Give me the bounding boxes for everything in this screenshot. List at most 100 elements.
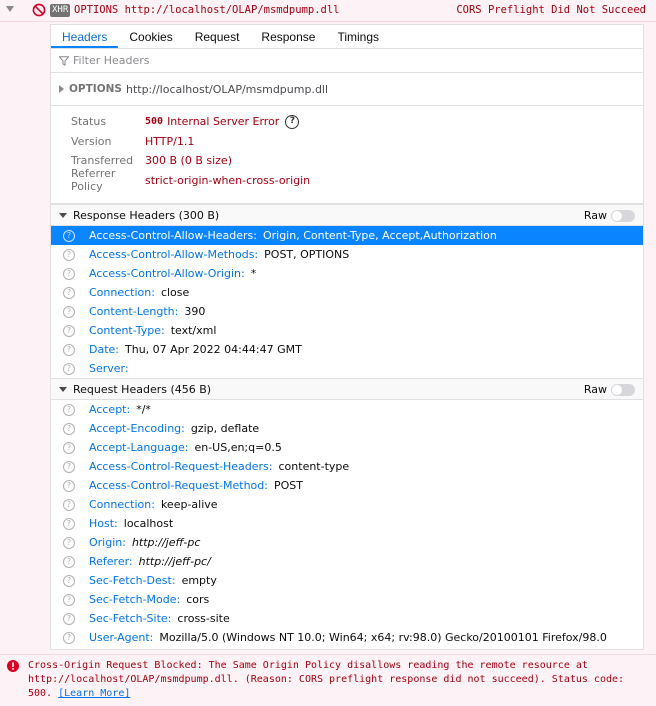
question-icon[interactable]: ? xyxy=(63,343,75,356)
header-row[interactable]: ? Origin: http://jeff-pc xyxy=(51,533,643,552)
tab-response[interactable]: Response xyxy=(250,25,326,48)
question-icon[interactable]: ? xyxy=(63,593,75,606)
expand-arrow-icon[interactable] xyxy=(59,386,67,392)
header-value: */* xyxy=(136,403,151,416)
toggle-knob xyxy=(612,210,622,221)
request-summary: Status 500 Internal Server Error ? Versi… xyxy=(51,106,643,204)
expand-arrow-icon[interactable] xyxy=(59,212,67,218)
help-icon[interactable]: ? xyxy=(285,114,300,129)
header-name: User-Agent: xyxy=(89,631,154,644)
header-row[interactable]: ? Host: localhost xyxy=(51,514,643,533)
header-name: Connection: xyxy=(89,286,155,299)
request-line[interactable]: OPTIONS http://localhost/OLAP/msmdpump.d… xyxy=(51,73,643,106)
header-row[interactable]: ? Referer: http://jeff-pc/ xyxy=(51,552,643,571)
header-value: 390 xyxy=(184,305,206,318)
tab-request[interactable]: Request xyxy=(184,25,251,48)
header-row[interactable]: ? Access-Control-Request-Headers: conten… xyxy=(51,457,643,476)
question-icon[interactable]: ? xyxy=(63,479,75,492)
header-value: en-US,en;q=0.5 xyxy=(194,441,282,454)
tab-headers[interactable]: Headers xyxy=(51,25,119,48)
question-icon[interactable]: ? xyxy=(63,229,75,242)
header-row[interactable]: ? Connection: close xyxy=(51,283,643,302)
header-row[interactable]: ? Access-Control-Allow-Methods: POST, OP… xyxy=(51,245,643,264)
question-icon[interactable]: ? xyxy=(63,574,75,587)
header-row[interactable]: ? Date: Thu, 07 Apr 2022 04:44:47 GMT xyxy=(51,340,643,359)
header-value: localhost xyxy=(123,517,174,530)
request-method-url[interactable]: OPTIONS http://localhost/OLAP/msmdpump.d… xyxy=(74,4,340,16)
question-icon[interactable]: ? xyxy=(63,498,75,511)
transferred-value: 300 B (0 B size) xyxy=(145,154,232,168)
question-icon[interactable]: ? xyxy=(63,267,75,280)
toggle-switch[interactable] xyxy=(611,209,635,222)
xhr-badge: XHR xyxy=(50,4,71,17)
question-icon[interactable]: ? xyxy=(63,305,75,318)
header-row[interactable]: ? Content-Length: 390 xyxy=(51,302,643,321)
header-name: Date: xyxy=(89,343,119,356)
header-name: Sec-Fetch-Site: xyxy=(89,612,172,625)
raw-toggle-response[interactable]: Raw xyxy=(584,209,635,222)
question-icon[interactable]: ? xyxy=(63,422,75,435)
header-value: content-type xyxy=(278,460,350,473)
header-name: Sec-Fetch-Dest: xyxy=(89,574,176,587)
question-icon[interactable]: ? xyxy=(63,631,75,644)
request-headers-list: ? Accept: */* ? Accept-Encoding: gzip, d… xyxy=(51,400,643,647)
header-row[interactable]: ? Sec-Fetch-Mode: cors xyxy=(51,590,643,609)
header-row[interactable]: ? Connection: keep-alive xyxy=(51,495,643,514)
header-row[interactable]: ? Sec-Fetch-Dest: empty xyxy=(51,571,643,590)
question-icon[interactable]: ? xyxy=(63,324,75,337)
question-icon[interactable]: ? xyxy=(63,403,75,416)
header-row[interactable]: ? Accept: */* xyxy=(51,400,643,419)
collapse-arrow-icon[interactable] xyxy=(59,85,64,93)
filter-placeholder: Filter Headers xyxy=(73,54,150,67)
question-icon[interactable]: ? xyxy=(63,460,75,473)
summary-status-row: Status 500 Internal Server Error ? xyxy=(51,112,643,132)
header-row[interactable]: ? Sec-Fetch-Site: cross-site xyxy=(51,609,643,628)
header-row[interactable]: ? User-Agent: Mozilla/5.0 (Windows NT 10… xyxy=(51,628,643,647)
tab-cookies[interactable]: Cookies xyxy=(118,25,183,48)
request-line-url: http://localhost/OLAP/msmdpump.dll xyxy=(125,82,329,96)
response-headers-section[interactable]: Response Headers (300 B) Raw xyxy=(51,204,643,226)
question-icon[interactable]: ? xyxy=(63,362,75,375)
question-icon[interactable]: ? xyxy=(63,555,75,568)
header-row[interactable]: ? Access-Control-Allow-Headers: Origin, … xyxy=(51,226,643,245)
version-value: HTTP/1.1 xyxy=(145,134,195,148)
header-row[interactable]: ? Server: xyxy=(51,359,643,378)
header-row[interactable]: ? Content-Type: text/xml xyxy=(51,321,643,340)
question-icon[interactable]: ? xyxy=(63,248,75,261)
filter-icon xyxy=(59,55,69,66)
question-icon[interactable]: ? xyxy=(63,612,75,625)
learn-more-link[interactable]: [Learn More] xyxy=(58,688,130,699)
expand-twisty-icon[interactable] xyxy=(6,6,14,12)
filter-headers-input[interactable]: Filter Headers xyxy=(51,49,643,73)
header-row[interactable]: ? Access-Control-Allow-Origin: * xyxy=(51,264,643,283)
toggle-switch[interactable] xyxy=(611,383,635,396)
status-label: Status xyxy=(71,115,107,129)
network-request-row[interactable]: XHR OPTIONS http://localhost/OLAP/msmdpu… xyxy=(0,0,656,22)
referrer-label: Referrer Policy xyxy=(71,167,116,194)
raw-toggle-request[interactable]: Raw xyxy=(584,383,635,396)
question-icon[interactable]: ? xyxy=(63,286,75,299)
header-row[interactable]: ? Access-Control-Request-Method: POST xyxy=(51,476,643,495)
header-value: POST xyxy=(273,479,303,492)
question-icon[interactable]: ? xyxy=(63,441,75,454)
header-value: keep-alive xyxy=(160,498,218,511)
header-name: Access-Control-Allow-Origin: xyxy=(89,267,245,280)
request-headers-section[interactable]: Request Headers (456 B) Raw xyxy=(51,378,643,400)
question-icon[interactable]: ? xyxy=(63,517,75,530)
blocked-error-icon xyxy=(32,3,46,17)
header-name: Access-Control-Request-Method: xyxy=(89,479,268,492)
header-value: POST, OPTIONS xyxy=(264,248,350,261)
console-error-message: Cross-Origin Request Blocked: The Same O… xyxy=(0,654,656,706)
header-name: Accept-Language: xyxy=(89,441,189,454)
header-name: Sec-Fetch-Mode: xyxy=(89,593,181,606)
question-icon[interactable]: ? xyxy=(63,536,75,549)
raw-label: Raw xyxy=(583,209,607,222)
header-value: cross-site xyxy=(177,612,230,625)
header-row[interactable]: ? Accept-Language: en-US,en;q=0.5 xyxy=(51,438,643,457)
header-name: Connection: xyxy=(89,498,155,511)
tab-timings[interactable]: Timings xyxy=(326,25,390,48)
header-row[interactable]: ? Accept-Encoding: gzip, deflate xyxy=(51,419,643,438)
header-name: Referer: xyxy=(89,555,133,568)
header-value: text/xml xyxy=(170,324,217,337)
header-name: Accept-Encoding: xyxy=(89,422,185,435)
